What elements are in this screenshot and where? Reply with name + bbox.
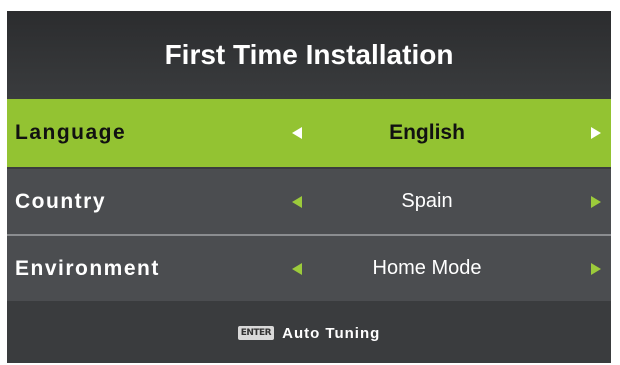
environment-label: Environment <box>15 256 160 280</box>
country-value: Spain <box>401 190 453 212</box>
language-label: Language <box>15 121 127 144</box>
environment-row[interactable]: Environment Home Mode <box>7 236 611 301</box>
country-row[interactable]: Country Spain <box>7 169 611 234</box>
arrow-left-icon[interactable] <box>290 126 304 140</box>
auto-tuning-label[interactable]: Auto Tuning <box>282 325 380 342</box>
first-time-installation-dialog: First Time Installation Language English… <box>7 11 611 363</box>
arrow-left-icon[interactable] <box>290 262 304 276</box>
arrow-right-icon[interactable] <box>589 126 603 140</box>
arrow-right-icon[interactable] <box>589 262 603 276</box>
language-value: English <box>389 121 465 144</box>
country-label: Country <box>15 189 106 213</box>
arrow-left-icon[interactable] <box>290 195 304 209</box>
dialog-title: First Time Installation <box>7 11 611 99</box>
arrow-right-icon[interactable] <box>589 195 603 209</box>
enter-key-icon: ENTER <box>237 326 275 340</box>
language-row[interactable]: Language English <box>7 99 611 167</box>
environment-value: Home Mode <box>372 257 482 279</box>
footer-hint: ENTER Auto Tuning <box>7 303 611 363</box>
